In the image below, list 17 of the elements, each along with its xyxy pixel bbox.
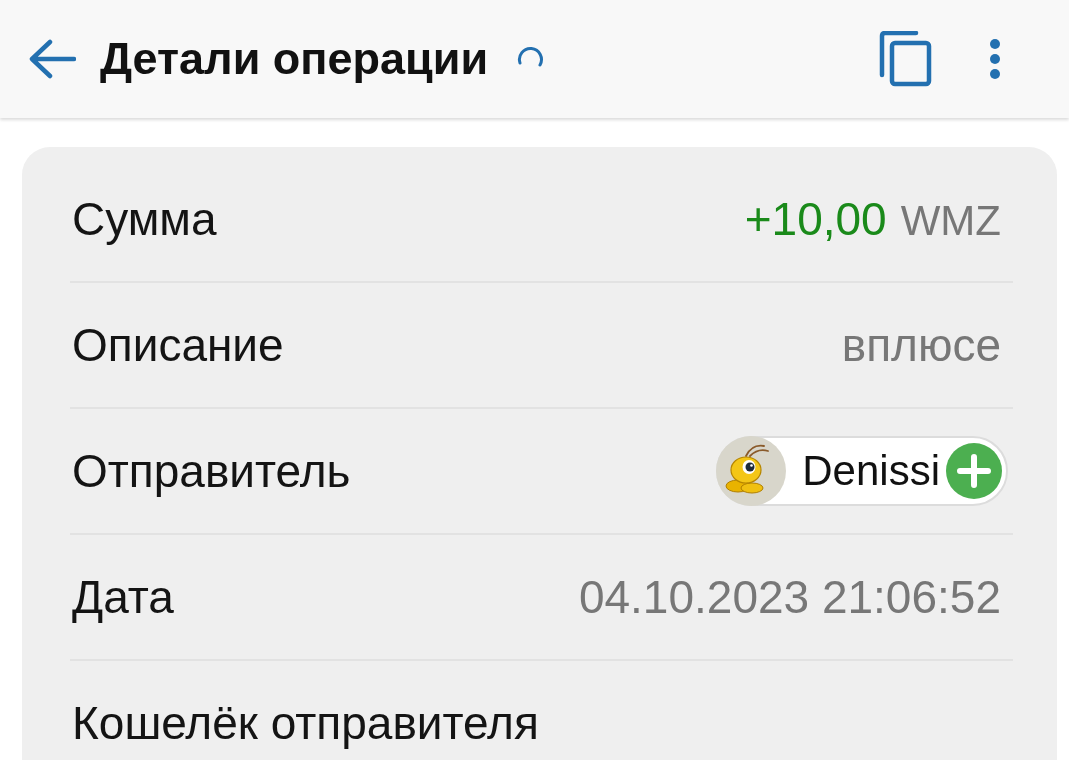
amount-value: +10,00 [744, 192, 887, 246]
field-label: Кошелёк отправителя [72, 696, 539, 750]
field-label: Отправитель [72, 444, 351, 498]
field-label: Сумма [72, 192, 217, 246]
screen-title: Детали операции [100, 33, 489, 85]
field-value: 04.10.2023 21:06:52 [578, 570, 1001, 624]
currency-label: WMZ [900, 197, 1001, 245]
sender-chip[interactable]: Denissi [716, 436, 1008, 506]
ant-avatar-icon [716, 436, 787, 506]
back-icon[interactable] [28, 39, 76, 79]
more-menu-icon[interactable] [989, 39, 1001, 79]
field-label: Дата [72, 570, 174, 624]
field-value: вплюсе [841, 318, 1001, 372]
add-contact-icon[interactable] [946, 443, 1002, 499]
field-label: Описание [72, 318, 284, 372]
sender-name: Denissi [802, 447, 940, 495]
copy-icon[interactable] [878, 31, 932, 87]
